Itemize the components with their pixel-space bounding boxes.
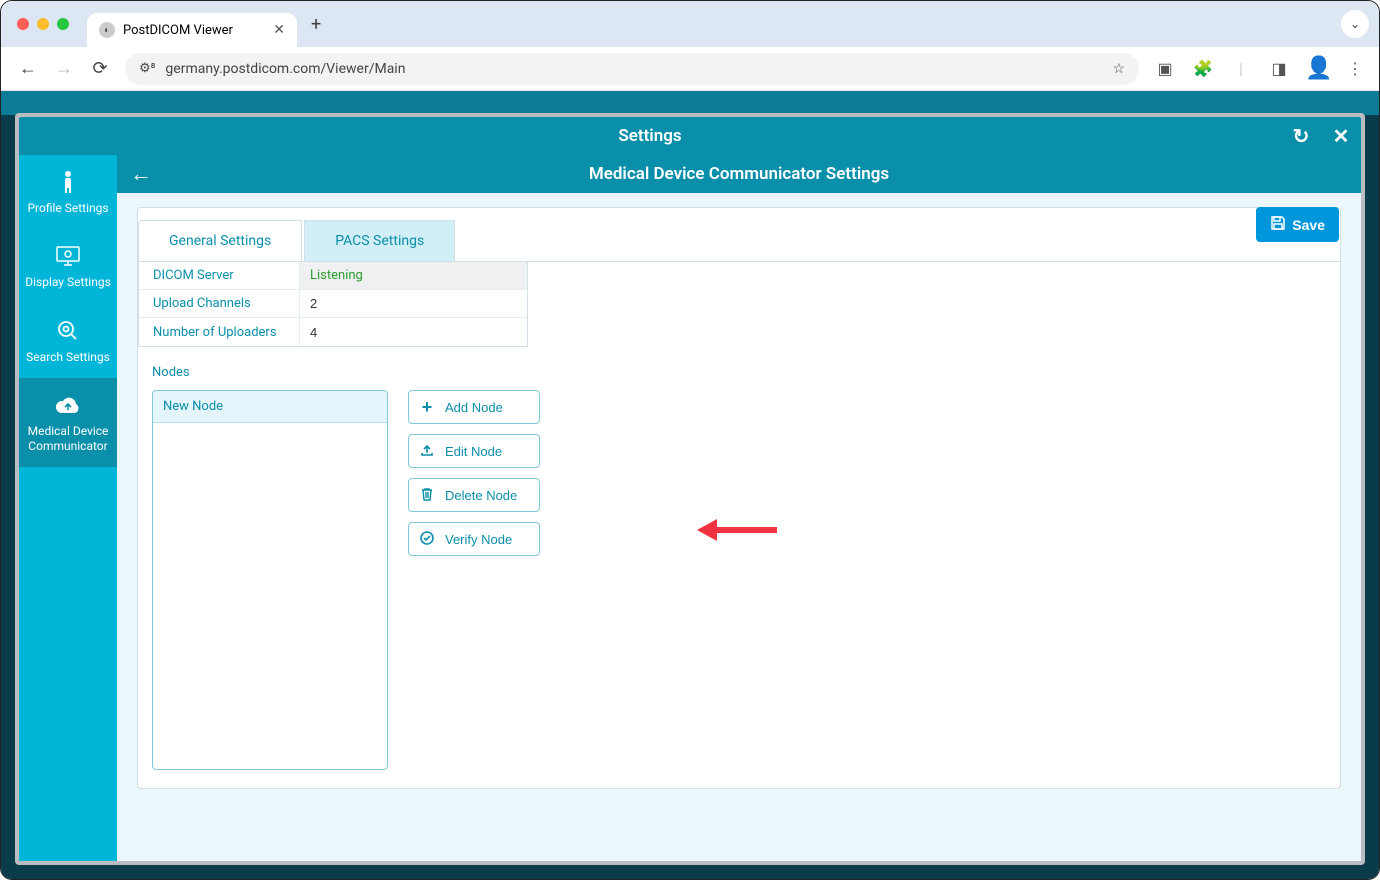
sidepanel-icon[interactable]: ◨ [1267,59,1291,78]
panel-title: Medical Device Communicator Settings [117,164,1361,184]
sidebar-item-profile[interactable]: Profile Settings [19,155,117,229]
modal-body: Profile Settings Display Settings Search… [19,155,1361,861]
label-num-uploaders: Number of Uploaders [139,318,299,346]
input-num-uploaders[interactable] [310,325,517,340]
save-button[interactable]: Save [1256,207,1339,242]
tab-title: PostDICOM Viewer [123,23,233,38]
favicon-icon: ◐ [99,22,115,38]
back-button[interactable]: ← [17,58,39,79]
label-upload-channels: Upload Channels [139,290,299,317]
forward-button[interactable]: → [53,58,75,79]
browser-window: ◐ PostDICOM Viewer ✕ + ⌄ ← → ⟳ ⚙⁸ german… [0,0,1380,880]
nodes-list[interactable]: New Node [152,390,388,770]
extensions-icon[interactable]: 🧩 [1191,59,1215,78]
edit-node-button[interactable]: Edit Node [408,434,540,468]
row-dicom-server: DICOM Server Listening [139,262,527,290]
menu-icon[interactable]: ⋮ [1343,59,1367,78]
check-circle-icon [419,531,435,548]
window-dropdown-button[interactable]: ⌄ [1341,10,1369,38]
sidebar-label: Search Settings [26,350,110,364]
save-icon [1270,215,1286,234]
panel-content: Save General Settings PACS Settings DICO… [117,193,1361,861]
nodes-row: New Node + Add Node [152,390,1326,770]
tab-close-icon[interactable]: ✕ [273,22,285,38]
main-panel: ← Medical Device Communicator Settings S… [117,155,1361,861]
modal-header: Settings ↻ ✕ [19,117,1361,155]
verify-node-label: Verify Node [445,532,512,547]
delete-node-button[interactable]: Delete Node [408,478,540,512]
sidebar-item-mdc[interactable]: Medical Device Communicator [19,378,117,467]
modal-title: Settings [19,126,1281,146]
edit-node-label: Edit Node [445,444,502,459]
status-dicom-server: Listening [299,262,527,289]
add-node-button[interactable]: + Add Node [408,390,540,424]
sidebar-label: Medical Device Communicator [23,424,113,453]
upload-icon [419,443,435,460]
browser-tab[interactable]: ◐ PostDICOM Viewer ✕ [87,13,297,47]
sidebar-item-display[interactable]: Display Settings [19,229,117,303]
plus-icon: + [419,397,435,418]
reload-button[interactable]: ⟳ [89,58,111,79]
refresh-icon[interactable]: ↻ [1281,124,1321,148]
tab-strip: ◐ PostDICOM Viewer ✕ + ⌄ [1,1,1379,47]
toolbar: ← → ⟳ ⚙⁸ germany.postdicom.com/Viewer/Ma… [1,47,1379,91]
delete-node-label: Delete Node [445,488,517,503]
app-header-bg [1,91,1379,115]
nodes-title: Nodes [152,365,1326,380]
tab-pacs[interactable]: PACS Settings [304,220,455,261]
new-tab-button[interactable]: + [305,14,327,35]
profile-icon[interactable]: 👤 [1305,56,1329,81]
save-label: Save [1292,217,1325,233]
row-upload-channels: Upload Channels [139,290,527,318]
desktop-icon[interactable]: ▣ [1153,59,1177,78]
sidebar-label: Profile Settings [27,201,108,215]
annotation-arrow [697,519,777,539]
address-bar[interactable]: ⚙⁸ germany.postdicom.com/Viewer/Main ☆ [125,53,1139,85]
tabs: General Settings PACS Settings [138,220,1340,262]
app-root: Settings ↻ ✕ Profile Settings [1,91,1379,879]
window-close-button[interactable] [17,18,29,30]
divider: | [1229,59,1253,78]
url-text: germany.postdicom.com/Viewer/Main [165,61,405,77]
search-gear-icon [56,318,80,344]
add-node-label: Add Node [445,400,503,415]
sidebar-label: Display Settings [25,275,111,289]
trash-icon [419,487,435,504]
back-arrow-icon[interactable]: ← [117,161,165,187]
panel-header: ← Medical Device Communicator Settings [117,155,1361,193]
node-item[interactable]: New Node [153,391,387,423]
verify-node-button[interactable]: Verify Node [408,522,540,556]
input-upload-channels[interactable] [310,296,517,311]
label-dicom-server: DICOM Server [139,262,299,289]
monitor-icon [55,243,81,269]
window-maximize-button[interactable] [57,18,69,30]
sidebar-item-search[interactable]: Search Settings [19,304,117,378]
nodes-section: Nodes New Node + Add Node [138,365,1340,770]
sidebar: Profile Settings Display Settings Search… [19,155,117,861]
node-actions: + Add Node Edit Node [408,390,540,556]
person-icon [60,169,76,195]
cloud-icon [55,392,81,418]
settings-card: General Settings PACS Settings DICOM Ser… [137,207,1341,789]
settings-modal: Settings ↻ ✕ Profile Settings [15,113,1365,865]
settings-table: DICOM Server Listening Upload Channels [138,262,528,347]
window-minimize-button[interactable] [37,18,49,30]
site-info-icon[interactable]: ⚙⁸ [139,61,155,76]
row-num-uploaders: Number of Uploaders [139,318,527,346]
close-icon[interactable]: ✕ [1321,124,1361,148]
bookmark-icon[interactable]: ☆ [1112,61,1125,77]
traffic-lights [17,18,69,30]
tab-general[interactable]: General Settings [138,220,302,261]
